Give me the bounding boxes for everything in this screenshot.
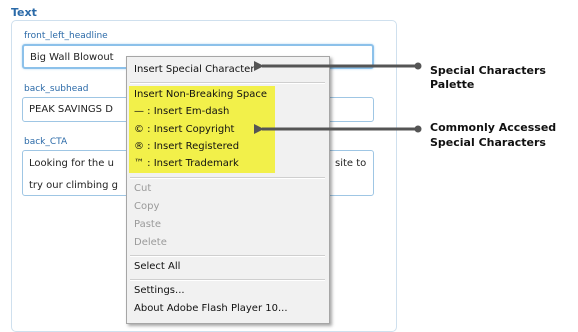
callout-common-line1: Commonly Accessed: [430, 121, 557, 134]
callout-palette: Special Characters Palette: [430, 64, 546, 91]
palette-arrow-dot: [414, 62, 422, 70]
common-chars-arrow-dot: [414, 125, 422, 133]
callout-common-line2: Special Characters: [430, 136, 546, 149]
callout-arrows: [254, 61, 422, 134]
